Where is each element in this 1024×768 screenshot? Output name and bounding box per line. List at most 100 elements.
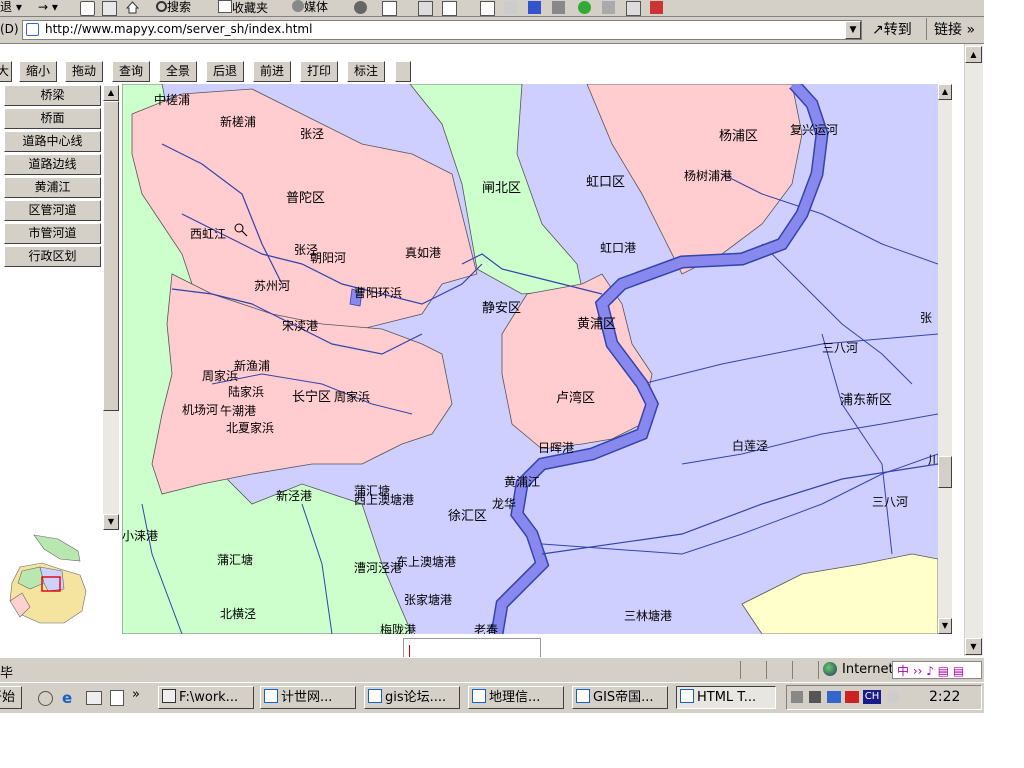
language-indicator[interactable]: CH [863, 690, 881, 704]
notepad-icon[interactable] [110, 690, 124, 706]
tool-icon[interactable] [552, 1, 565, 14]
task-button-active[interactable]: HTML T... [676, 686, 776, 709]
research-icon[interactable] [528, 1, 541, 14]
go-arrow-icon: ↗ [872, 22, 884, 38]
clock[interactable]: 2:22 [929, 689, 960, 705]
map-label: 朝阳河 [310, 251, 346, 265]
map-scrollbar[interactable]: ▲ ▼ [938, 84, 952, 634]
go-button[interactable]: ↗转到 [872, 21, 912, 39]
forward-arrow-icon[interactable]: → ▾ [38, 0, 58, 15]
addon-icon[interactable] [602, 1, 615, 14]
ie-page-icon [368, 689, 382, 703]
refresh-icon[interactable] [102, 1, 117, 16]
scroll-up-button[interactable]: ▲ [103, 85, 119, 101]
task-button[interactable]: 地理信... [468, 686, 564, 709]
forward-view-button[interactable]: 前进 [253, 61, 291, 82]
task-button[interactable]: GIS帝国... [572, 686, 668, 709]
task-label: gis论坛.... [385, 690, 447, 705]
layer-button[interactable]: 行政区划 [4, 246, 101, 267]
url-field[interactable]: http://www.mapyy.com/server_sh/index.htm… [22, 20, 862, 40]
ime-icon: 中 ›› ♪ ▤ ▤ [897, 664, 965, 678]
map-label: 普陀区 [286, 190, 325, 206]
plugin-icon[interactable] [578, 1, 591, 14]
media-player-icon[interactable] [38, 691, 53, 706]
media-button[interactable]: 媒体 [292, 0, 328, 15]
map-label: 漕河泾港 [354, 561, 402, 575]
discuss-icon[interactable] [480, 1, 495, 16]
antivirus-icon[interactable] [845, 691, 859, 703]
layer-button[interactable]: 桥梁 [4, 85, 101, 106]
task-button[interactable]: 计世网... [260, 686, 356, 709]
page-scrollbar[interactable]: ▲ ▼ [964, 44, 983, 656]
history-icon[interactable] [354, 1, 367, 14]
address-prefix: (D) [0, 22, 19, 36]
stop-icon[interactable] [80, 1, 95, 16]
scroll-thumb[interactable] [103, 101, 119, 411]
scroll-down-button[interactable]: ▼ [965, 638, 982, 655]
divider [792, 661, 793, 679]
divider [818, 661, 819, 679]
flag-icon[interactable] [650, 1, 663, 14]
links-button[interactable]: 链接 » [934, 21, 975, 39]
layer-scrollbar[interactable]: ▲ ▼ [103, 85, 119, 530]
address-bar: (D) http://www.mapyy.com/server_sh/index… [0, 17, 984, 44]
scroll-up-button[interactable]: ▲ [938, 84, 952, 100]
layer-button[interactable]: 市管河道 [4, 223, 101, 244]
map-label: 曹阳环浜 [354, 286, 402, 300]
divider [740, 661, 741, 679]
extra-tool-button[interactable] [395, 61, 411, 82]
chevron-right-icon[interactable]: » [132, 687, 140, 702]
ie-page-icon [576, 689, 590, 703]
map-label: 张泾 [300, 127, 324, 141]
map-label: 北夏家浜 [226, 420, 274, 435]
back-view-button[interactable]: 后退 [206, 61, 244, 82]
layer-label: 区管河道 [28, 203, 77, 217]
layer-button[interactable]: 道路中心线 [4, 131, 101, 152]
address-dropdown-button[interactable]: ▼ [845, 21, 861, 39]
layer-button[interactable]: 道路边线 [4, 154, 101, 175]
search-button[interactable]: 搜索 [156, 0, 191, 15]
ime-bar[interactable]: 中 ›› ♪ ▤ ▤ [892, 661, 982, 679]
map-label: 蒲汇塘 [217, 552, 253, 567]
full-view-button[interactable]: 全景 [159, 61, 197, 82]
print-map-button[interactable]: 打印 [300, 61, 338, 82]
edit-icon[interactable] [442, 1, 457, 16]
page-icon[interactable] [626, 1, 641, 16]
print-icon[interactable] [418, 1, 433, 16]
volume-icon[interactable] [791, 691, 803, 703]
search-icon [162, 689, 176, 703]
back-button[interactable]: 退 ▾ [0, 0, 22, 15]
map-label: 白莲泾 [732, 438, 768, 453]
task-button[interactable]: F:\work... [158, 686, 254, 709]
page-icon [26, 23, 39, 36]
scroll-up-button[interactable]: ▲ [965, 46, 982, 63]
map-canvas[interactable]: 中槎浦 新槎浦 张泾 普陀区 闸北区 虹口区 杨浦区 复兴运河 杨树浦港 西虹江… [122, 84, 938, 634]
layer-button[interactable]: 黄浦江 [4, 177, 101, 198]
ie-icon[interactable]: e [62, 689, 72, 707]
layer-button[interactable]: 区管河道 [4, 200, 101, 221]
map-label: 新泾港 [276, 488, 312, 503]
messenger-icon[interactable] [504, 1, 517, 14]
desktop-icon[interactable] [86, 691, 102, 705]
map-label: 真如港 [405, 245, 441, 260]
task-button[interactable]: gis论坛.... [364, 686, 460, 709]
home-icon[interactable] [125, 1, 140, 14]
query-button[interactable]: 查询 [112, 61, 150, 82]
annotate-button[interactable]: 标注 [347, 61, 385, 82]
zoom-out-button[interactable]: 缩小 [19, 61, 57, 82]
map-label: 中槎浦 [154, 92, 190, 107]
layer-button[interactable]: 桥面 [4, 108, 101, 129]
zoom-in-button[interactable]: 大 [0, 61, 12, 82]
start-button[interactable]: 开始 [0, 686, 22, 709]
taskbar: 开始 e » F:\work... 计世网... gis论坛.... 地理信..… [0, 682, 984, 713]
pan-button[interactable]: 拖动 [65, 61, 103, 82]
mail-icon[interactable] [382, 1, 397, 16]
overview-map[interactable] [0, 531, 120, 631]
scroll-down-button[interactable]: ▼ [103, 514, 119, 530]
network-icon[interactable] [809, 691, 821, 703]
favorites-button[interactable]: 收藏夹 [218, 0, 268, 15]
display-icon[interactable] [827, 691, 841, 703]
scroll-down-button[interactable]: ▼ [938, 618, 952, 634]
scroll-thumb[interactable] [938, 456, 952, 488]
tray-app-icon[interactable] [887, 691, 899, 703]
